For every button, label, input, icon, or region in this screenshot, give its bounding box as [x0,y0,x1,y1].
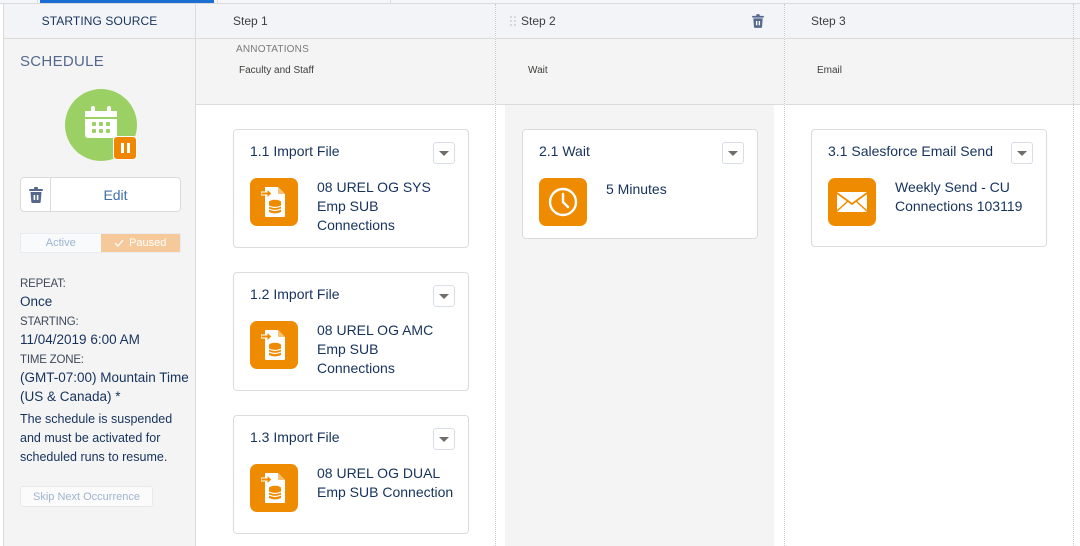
annotation-text: Email [817,65,843,76]
starting-source-header: STARTING SOURCE [4,4,195,39]
import-file-icon [250,464,298,512]
chevron-down-icon [439,436,449,442]
step-header: Step 3 [785,4,1080,39]
pause-icon [113,136,137,160]
import-file-icon [250,178,298,226]
column-divider [784,4,785,546]
step-annotations: Wait [496,39,784,105]
activity-card[interactable]: 2.1 Wait 5 Minutes [522,129,758,239]
activity-menu-button[interactable] [722,142,744,164]
activity-menu-button[interactable] [433,142,455,164]
column-divider [495,4,496,546]
timezone-value: (GMT-07:00) Mountain Time (US & Canada) … [20,370,189,404]
repeat-label: REPEAT: [20,278,66,290]
step-title: Step 1 [233,14,268,28]
toggle-paused[interactable]: Paused [100,234,180,252]
chevron-down-icon [439,293,449,299]
step-annotations: ANNOTATIONS Faculty and Staff [196,39,495,105]
checkmark-icon [114,239,124,247]
annotations-label: ANNOTATIONS [236,44,309,55]
activity-title: 1.3 Import File [250,429,340,445]
import-file-icon [250,321,298,369]
starting-source-panel: STARTING SOURCE SCHEDULE Edit Active Pau… [3,4,196,546]
drag-handle-icon[interactable] [510,16,516,26]
step-column-2: Step 2 Wait [496,4,784,546]
delete-schedule-button[interactable] [20,177,51,212]
step-annotations: Email [785,39,1080,105]
activity-card[interactable]: 1.2 Import File 08 UREL OG AMC Emp SUB C… [233,272,469,391]
suspended-note: The schedule is suspended and must be ac… [20,412,173,464]
step-header: Step 1 [196,4,495,39]
starting-value: 11/04/2019 6:00 AM [20,332,140,347]
annotation-text: Wait [528,65,548,76]
chevron-down-icon [1017,150,1027,156]
activity-description: 08 UREL OG DUAL Emp SUB Connection [317,465,454,500]
schedule-actions: Edit [20,177,181,212]
active-tab-indicator [40,0,214,3]
trash-icon[interactable] [752,14,764,28]
skip-next-occurrence-button[interactable]: Skip Next Occurrence [20,486,153,507]
email-icon [828,178,876,226]
step-title: Step 2 [521,14,556,28]
activity-description: 08 UREL OG SYS Emp SUB Connections [317,179,431,233]
activity-menu-button[interactable] [1011,142,1033,164]
activity-card[interactable]: 1.1 Import File 08 UREL OG SYS Emp SUB C… [233,129,469,248]
activity-menu-button[interactable] [433,285,455,307]
clock-icon [539,178,587,226]
activity-description: 08 UREL OG AMC Emp SUB Connections [317,322,434,376]
activity-title: 2.1 Wait [539,143,590,159]
step-header: Step 2 [496,4,784,39]
chevron-down-icon [728,150,738,156]
calendar-icon [85,106,117,138]
activity-menu-button[interactable] [433,428,455,450]
activity-card[interactable]: 1.3 Import File 08 UREL OG DUAL Emp SUB … [233,415,469,534]
activity-title: 3.1 Salesforce Email Send [828,143,993,159]
column-divider [1073,4,1074,546]
edit-schedule-button[interactable]: Edit [51,177,181,212]
trash-icon [28,186,43,203]
step-title: Step 3 [811,14,846,28]
schedule-title: SCHEDULE [20,53,105,70]
active-paused-toggle: Active Paused [20,233,181,253]
starting-label: STARTING: [20,316,79,328]
chevron-down-icon [439,150,449,156]
activity-title: 1.1 Import File [250,143,340,159]
timezone-label: TIME ZONE: [20,354,84,366]
activity-description: 5 Minutes [606,181,667,197]
activity-card[interactable]: 3.1 Salesforce Email Send Weekly Send - … [811,129,1047,247]
repeat-value: Once [20,294,53,309]
activity-title: 1.2 Import File [250,286,340,302]
toggle-active[interactable]: Active [21,234,101,252]
annotation-text: Faculty and Staff [239,65,314,76]
schedule-details: REPEAT: Once STARTING: 11/04/2019 6:00 A… [20,277,190,467]
activity-description: Weekly Send - CU Connections 103119 [895,179,1023,214]
step-column-3: Step 3 Email [785,4,1080,546]
schedule-icon[interactable] [65,89,137,161]
